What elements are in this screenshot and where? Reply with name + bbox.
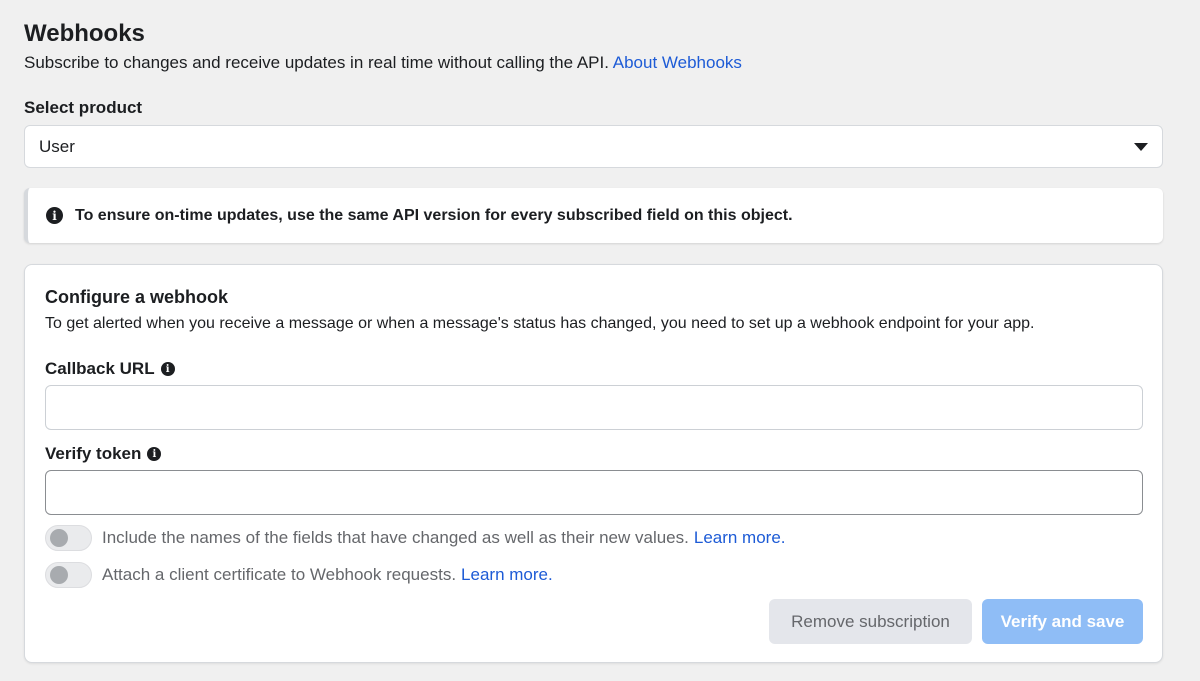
configure-webhook-card: Configure a webhook To get alerted when … bbox=[24, 264, 1163, 663]
page-subtitle: Subscribe to changes and receive updates… bbox=[24, 53, 742, 73]
learn-more-link[interactable]: Learn more bbox=[694, 528, 781, 548]
product-select[interactable]: User bbox=[24, 125, 1163, 168]
info-icon[interactable]: i bbox=[160, 362, 175, 376]
select-product-label: Select product bbox=[24, 98, 143, 117]
callback-url-label: Callback URL i bbox=[45, 359, 175, 379]
client-certificate-text: Attach a client certificate to Webhook r… bbox=[102, 565, 457, 584]
info-icon[interactable]: i bbox=[147, 447, 162, 461]
api-version-notice: i To ensure on-time updates, use the sam… bbox=[24, 188, 1163, 243]
callback-url-label-text: Callback URL bbox=[45, 359, 155, 378]
subtitle-text: Subscribe to changes and receive updates… bbox=[24, 53, 609, 72]
verify-token-label-text: Verify token bbox=[45, 444, 142, 463]
page-title: Webhooks bbox=[24, 20, 145, 47]
client-certificate-toggle-row: Attach a client certificate to Webhook r… bbox=[45, 562, 553, 588]
verify-token-input[interactable] bbox=[45, 470, 1143, 515]
learn-more-link[interactable]: Learn more bbox=[461, 565, 548, 585]
caret-down-icon bbox=[1134, 142, 1148, 151]
link-suffix: . bbox=[547, 565, 553, 584]
include-fields-toggle-row: Include the names of the fields that hav… bbox=[45, 525, 786, 551]
about-webhooks-link[interactable]: About Webhooks bbox=[613, 53, 742, 72]
toggle-knob bbox=[50, 529, 68, 547]
link-suffix: . bbox=[780, 528, 786, 547]
toggle-knob bbox=[50, 566, 68, 584]
include-fields-toggle[interactable] bbox=[45, 525, 92, 551]
notice-text: To ensure on-time updates, use the same … bbox=[75, 206, 793, 224]
client-certificate-toggle[interactable] bbox=[45, 562, 92, 588]
verify-token-label: Verify token i bbox=[45, 444, 162, 464]
info-icon: i bbox=[46, 207, 63, 224]
configure-title: Configure a webhook bbox=[45, 287, 229, 307]
callback-url-input[interactable] bbox=[45, 385, 1143, 430]
product-select-value: User bbox=[39, 136, 75, 156]
configure-description: To get alerted when you receive a messag… bbox=[45, 315, 1035, 332]
remove-subscription-button[interactable]: Remove subscription bbox=[769, 599, 972, 644]
verify-and-save-button[interactable]: Verify and save bbox=[982, 599, 1143, 644]
include-fields-text: Include the names of the fields that hav… bbox=[102, 528, 689, 547]
